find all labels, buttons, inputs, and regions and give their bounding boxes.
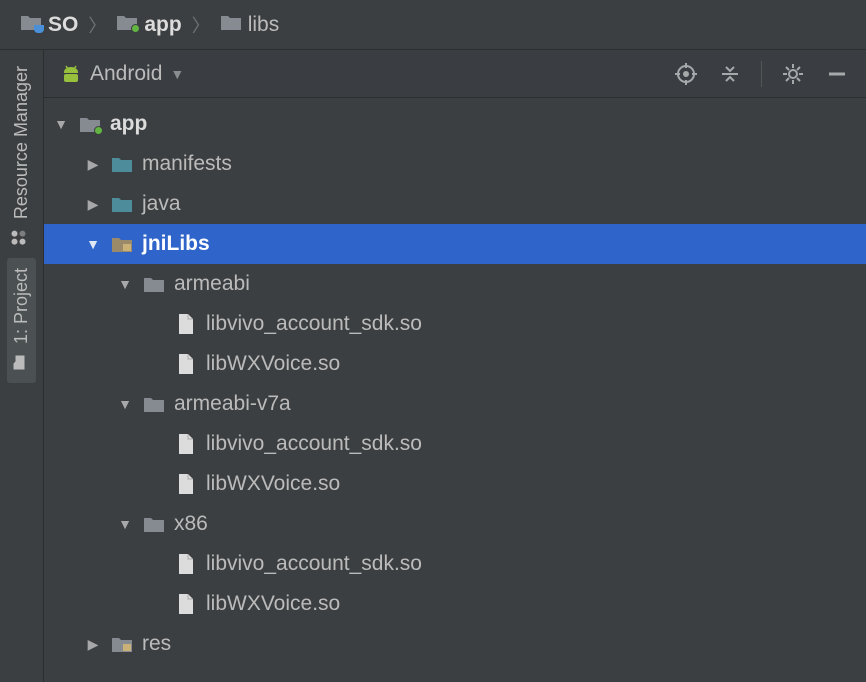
- folder-icon: [142, 515, 166, 533]
- tree-node-jnilibs[interactable]: ▼ jniLibs: [44, 224, 866, 264]
- view-label: Android: [90, 62, 162, 86]
- tree-node-file[interactable]: ▶ libvivo_account_sdk.so: [44, 304, 866, 344]
- tree-label: armeabi: [174, 272, 250, 296]
- tree-label: app: [110, 112, 147, 136]
- tree-node-java[interactable]: ▶ java: [44, 184, 866, 224]
- panel-header: Android ▼: [44, 50, 866, 98]
- generated-folder-icon: [110, 635, 134, 653]
- expand-arrow-icon[interactable]: ▶: [84, 156, 102, 173]
- breadcrumb-item-app[interactable]: app: [112, 11, 185, 39]
- folder-icon: [142, 275, 166, 293]
- expand-arrow-icon[interactable]: ▼: [116, 516, 134, 532]
- expand-arrow-icon[interactable]: ▼: [52, 116, 70, 132]
- tree-label: manifests: [142, 152, 232, 176]
- toolbar-separator: [761, 61, 762, 87]
- project-panel: Android ▼ ▼: [44, 50, 866, 682]
- tree-node-armeabi-v7a[interactable]: ▼ armeabi-v7a: [44, 384, 866, 424]
- folder-icon: [110, 155, 134, 173]
- resource-manager-icon: [11, 230, 32, 246]
- folder-icon: [110, 195, 134, 213]
- expand-arrow-icon[interactable]: ▼: [116, 276, 134, 292]
- breadcrumb-item-libs[interactable]: libs: [216, 11, 284, 39]
- tree-label: libvivo_account_sdk.so: [206, 312, 422, 336]
- module-folder-icon: [20, 13, 42, 37]
- file-icon: [174, 313, 198, 335]
- gear-icon: [782, 63, 804, 85]
- select-opened-file-button[interactable]: [669, 57, 703, 91]
- tree-node-res[interactable]: ▶ res: [44, 624, 866, 664]
- file-icon: [174, 473, 198, 495]
- view-selector[interactable]: Android ▼: [56, 60, 188, 88]
- file-icon: [174, 433, 198, 455]
- tree-node-app[interactable]: ▼ app: [44, 104, 866, 144]
- tree-node-armeabi[interactable]: ▼ armeabi: [44, 264, 866, 304]
- collapse-all-button[interactable]: [713, 57, 747, 91]
- breadcrumb-item-so[interactable]: SO: [16, 11, 82, 39]
- minimize-icon: [826, 63, 848, 85]
- tree-node-x86[interactable]: ▼ x86: [44, 504, 866, 544]
- expand-arrow-icon[interactable]: ▶: [84, 636, 102, 653]
- file-icon: [174, 593, 198, 615]
- tree-label: libvivo_account_sdk.so: [206, 552, 422, 576]
- folder-icon: [142, 395, 166, 413]
- tree-node-file[interactable]: ▶ libWXVoice.so: [44, 464, 866, 504]
- breadcrumb-label: SO: [48, 13, 78, 37]
- collapse-icon: [719, 63, 741, 85]
- sidebar-tab-resource-manager[interactable]: Resource Manager: [7, 56, 36, 258]
- tree-node-file[interactable]: ▶ libvivo_account_sdk.so: [44, 424, 866, 464]
- chevron-down-icon: ▼: [170, 66, 184, 82]
- project-icon: [11, 355, 32, 371]
- folder-icon: [220, 13, 242, 37]
- target-icon: [675, 63, 697, 85]
- hide-button[interactable]: [820, 57, 854, 91]
- project-tree[interactable]: ▼ app ▶ manifests ▶ java: [44, 98, 866, 682]
- tree-label: res: [142, 632, 171, 656]
- expand-arrow-icon[interactable]: ▶: [84, 196, 102, 213]
- module-folder-icon: [78, 115, 102, 133]
- tree-label: libWXVoice.so: [206, 352, 340, 376]
- expand-arrow-icon[interactable]: ▼: [84, 236, 102, 252]
- tool-window-bar: Resource Manager 1: Project: [0, 50, 44, 682]
- expand-arrow-icon[interactable]: ▼: [116, 396, 134, 412]
- sidebar-tab-label: 1: Project: [11, 268, 32, 344]
- breadcrumb-label: app: [144, 13, 181, 37]
- file-icon: [174, 553, 198, 575]
- tree-node-file[interactable]: ▶ libvivo_account_sdk.so: [44, 544, 866, 584]
- android-icon: [60, 63, 82, 85]
- chevron-right-icon: 〉: [192, 12, 210, 38]
- tree-label: libvivo_account_sdk.so: [206, 432, 422, 456]
- tree-label: libWXVoice.so: [206, 472, 340, 496]
- breadcrumb: SO 〉 app 〉 libs: [0, 0, 866, 50]
- file-icon: [174, 353, 198, 375]
- tree-label: x86: [174, 512, 208, 536]
- sidebar-tab-label: Resource Manager: [11, 66, 32, 219]
- tree-node-file[interactable]: ▶ libWXVoice.so: [44, 344, 866, 384]
- module-folder-icon: [116, 13, 138, 37]
- settings-button[interactable]: [776, 57, 810, 91]
- sidebar-tab-project[interactable]: 1: Project: [7, 258, 36, 383]
- tree-label: jniLibs: [142, 232, 210, 256]
- tree-label: libWXVoice.so: [206, 592, 340, 616]
- tree-node-manifests[interactable]: ▶ manifests: [44, 144, 866, 184]
- tree-label: armeabi-v7a: [174, 392, 291, 416]
- main-split: Resource Manager 1: Project Android ▼: [0, 50, 866, 682]
- tree-node-file[interactable]: ▶ libWXVoice.so: [44, 584, 866, 624]
- breadcrumb-label: libs: [248, 13, 280, 37]
- chevron-right-icon: 〉: [88, 12, 106, 38]
- library-folder-icon: [110, 235, 134, 253]
- tree-label: java: [142, 192, 181, 216]
